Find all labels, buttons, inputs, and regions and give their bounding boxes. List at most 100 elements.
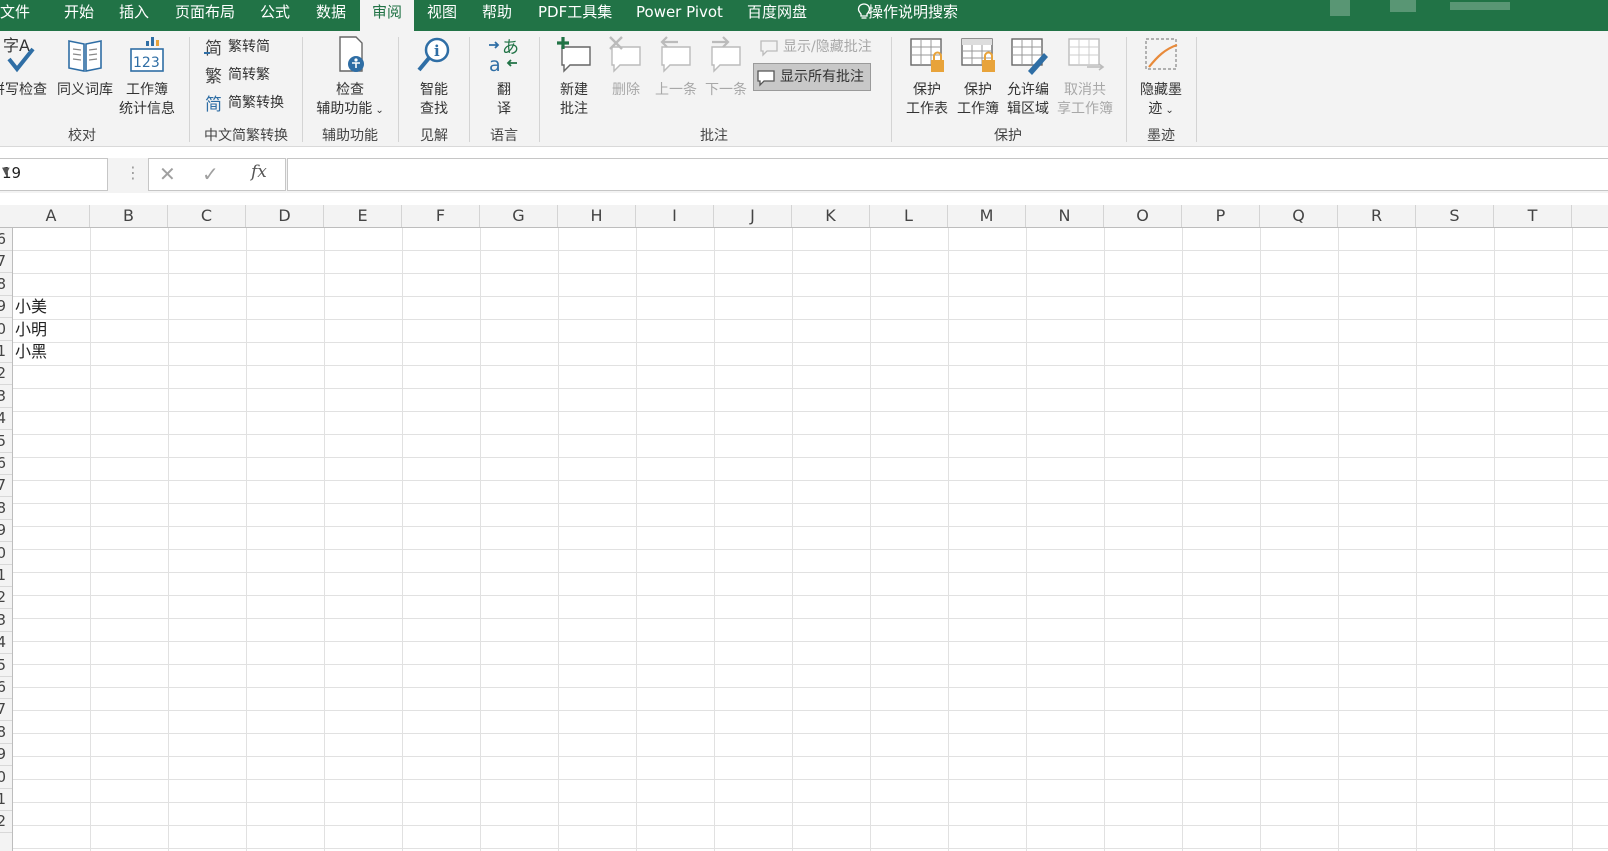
column-header-m[interactable]: M xyxy=(948,205,1026,227)
row-header[interactable]: 6 xyxy=(0,452,12,475)
simplified-to-traditional-icon: 繁 xyxy=(205,67,222,85)
cell-value[interactable]: 小黑 xyxy=(15,340,47,363)
tab-data[interactable]: 数据 xyxy=(316,0,346,31)
formula-bar-grip-icon[interactable]: ⋮ xyxy=(125,162,141,184)
row-header[interactable]: 7 xyxy=(0,698,12,722)
column-header-n[interactable]: N xyxy=(1026,205,1104,227)
check-accessibility-button[interactable]: 检查 辅助功能 ⌄ xyxy=(312,35,388,120)
column-header-i[interactable]: I xyxy=(636,205,714,227)
column-header-p[interactable]: P xyxy=(1182,205,1260,227)
row-header[interactable]: 8 xyxy=(0,497,12,520)
column-header-o[interactable]: O xyxy=(1104,205,1182,227)
show-hide-comment-button[interactable]: 显示/隐藏批注 xyxy=(757,36,872,58)
row-header[interactable]: 2 xyxy=(0,810,12,834)
cell-value[interactable]: 小美 xyxy=(15,295,47,318)
row-header[interactable]: 0 xyxy=(0,766,12,789)
row-header[interactable]: 7 xyxy=(0,250,12,274)
simplified-to-traditional-button[interactable]: 繁 简转繁 xyxy=(202,64,270,86)
column-header-q[interactable]: Q xyxy=(1260,205,1338,227)
row-header[interactable]: 2 xyxy=(0,586,12,610)
column-header-d[interactable]: D xyxy=(246,205,324,227)
column-header-e[interactable]: E xyxy=(324,205,402,227)
column-header-r[interactable]: R xyxy=(1338,205,1416,227)
previous-comment-button[interactable]: 上一条 xyxy=(652,35,700,100)
group-separator xyxy=(539,37,540,142)
new-comment-button[interactable]: 新建 批注 xyxy=(552,35,596,119)
row-header[interactable]: 9 xyxy=(0,743,12,767)
row-header[interactable]: 0 xyxy=(0,542,12,565)
translate-button[interactable]: あ a 翻 译 xyxy=(482,35,526,119)
row-header[interactable]: 1 xyxy=(0,564,12,587)
row-header[interactable]: 4 xyxy=(0,407,12,431)
row-header[interactable]: 9 xyxy=(0,519,12,543)
cell-grid[interactable]: 小美 小明 小黑 xyxy=(13,228,1608,851)
column-header-k[interactable]: K xyxy=(792,205,870,227)
allow-edit-ranges-button[interactable]: 允许编 辑区域 xyxy=(1004,35,1052,119)
chinese-conversion-button[interactable]: 简 简繁转换 xyxy=(202,92,284,114)
smart-lookup-button[interactable]: i 智能 查找 xyxy=(411,35,457,119)
name-box[interactable]: 19 ▼ xyxy=(0,158,108,191)
row-header[interactable]: 8 xyxy=(0,721,12,744)
row-header[interactable]: 1 xyxy=(0,340,12,363)
row-header[interactable]: 6 xyxy=(0,676,12,699)
column-header-g[interactable]: G xyxy=(480,205,558,227)
tab-view[interactable]: 视图 xyxy=(427,0,457,31)
row-header[interactable]: 5 xyxy=(0,430,12,453)
enter-check-icon[interactable]: ✓ xyxy=(202,162,219,186)
next-comment-button[interactable]: 下一条 xyxy=(702,35,750,100)
row-header[interactable]: 2 xyxy=(0,362,12,386)
row-header[interactable]: 6 xyxy=(0,228,12,251)
formula-input[interactable] xyxy=(287,158,1608,191)
tab-insert[interactable]: 插入 xyxy=(119,0,149,31)
cell-value[interactable]: 小明 xyxy=(15,318,47,341)
row-header[interactable]: 0 xyxy=(0,318,12,341)
tab-formulas[interactable]: 公式 xyxy=(260,0,290,31)
row-header[interactable]: 1 xyxy=(0,788,12,811)
column-header-b[interactable]: B xyxy=(90,205,168,227)
column-header-s[interactable]: S xyxy=(1416,205,1494,227)
row-header[interactable]: 3 xyxy=(0,385,12,408)
column-header-h[interactable]: H xyxy=(558,205,636,227)
row-header[interactable]: 8 xyxy=(0,273,12,296)
group-label-accessibility: 辅助功能 xyxy=(322,128,378,144)
column-header-f[interactable]: F xyxy=(402,205,480,227)
column-header-c[interactable]: C xyxy=(168,205,246,227)
tab-baidu-netdisk[interactable]: 百度网盘 xyxy=(747,0,807,31)
show-all-comments-button[interactable]: 显示所有批注 xyxy=(753,63,871,91)
hide-ink-button[interactable]: 隐藏墨 迹 ⌄ xyxy=(1137,35,1185,120)
row-header[interactable]: 3 xyxy=(0,609,12,632)
row-header[interactable]: 7 xyxy=(0,474,12,498)
dropdown-arrow-icon[interactable]: ▼ xyxy=(2,166,103,177)
group-separator xyxy=(1126,37,1127,142)
tab-file[interactable]: 文件 xyxy=(0,0,30,31)
protect-sheet-button[interactable]: 保护 工作表 xyxy=(903,35,951,119)
column-header-j[interactable]: J xyxy=(714,205,792,227)
spelling-button[interactable]: 字A 拼写检查 xyxy=(0,35,52,100)
column-header-l[interactable]: L xyxy=(870,205,948,227)
protect-workbook-button[interactable]: 保护 工作簿 xyxy=(954,35,1002,119)
group-label-protect: 保护 xyxy=(994,128,1022,144)
book-icon xyxy=(68,40,102,72)
workbook-statistics-button[interactable]: 123 工作簿 统计信息 xyxy=(116,35,178,119)
delete-comment-button[interactable]: 删除 xyxy=(604,35,648,100)
thesaurus-button[interactable]: 同义词库 xyxy=(55,35,115,100)
tab-page-layout[interactable]: 页面布局 xyxy=(175,0,235,31)
row-header[interactable]: 4 xyxy=(0,631,12,655)
column-header-a[interactable]: A xyxy=(13,205,90,227)
chinese-conversion-icon: 简 xyxy=(205,95,222,113)
insert-function-icon[interactable]: fx xyxy=(251,162,267,182)
row-header[interactable]: 5 xyxy=(0,654,12,677)
tell-me-search[interactable]: 操作说明搜索 xyxy=(868,0,958,31)
row-header[interactable]: 9 xyxy=(0,295,12,319)
tab-review[interactable]: 审阅 xyxy=(360,0,415,31)
allow-edit-ranges-icon xyxy=(1011,38,1048,75)
accessibility-check-icon xyxy=(339,36,364,72)
tab-home[interactable]: 开始 xyxy=(64,0,94,31)
column-header-t[interactable]: T xyxy=(1494,205,1572,227)
tab-power-pivot[interactable]: Power Pivot xyxy=(636,0,723,31)
traditional-to-simplified-button[interactable]: 简 繁转简 xyxy=(202,36,270,58)
tab-help[interactable]: 帮助 xyxy=(482,0,512,31)
tab-pdf-tools[interactable]: PDF工具集 xyxy=(538,0,612,31)
cancel-icon[interactable]: ✕ xyxy=(159,162,176,186)
unshare-workbook-button[interactable]: 取消共 享工作簿 xyxy=(1054,35,1116,119)
